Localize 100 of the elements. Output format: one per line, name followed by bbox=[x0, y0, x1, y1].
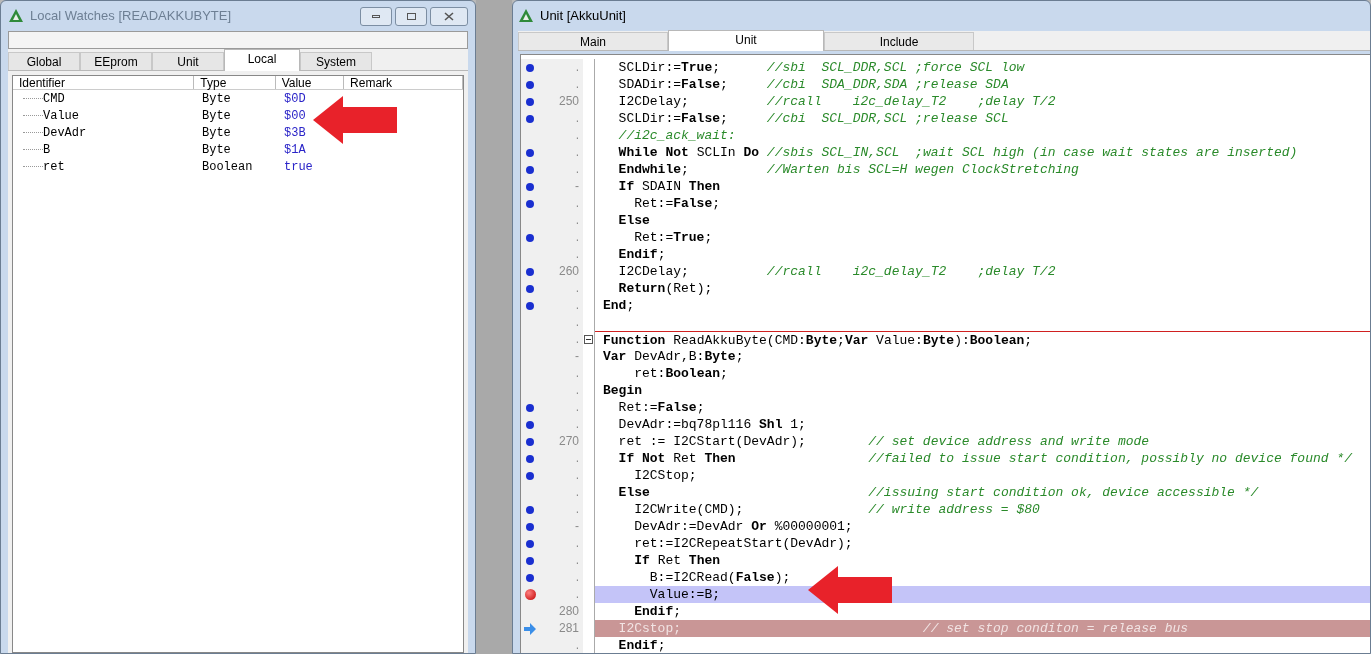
window-title: Unit [AkkuUnit] bbox=[540, 7, 626, 26]
line-number: 270 bbox=[557, 433, 579, 450]
code-comment: //cbi SCL_DDR,SCL ;release SCL bbox=[766, 110, 1009, 127]
identifier-cell-text: DevAdr bbox=[43, 124, 88, 142]
line-number: - bbox=[574, 518, 579, 535]
code-comment: //i2c_ack_wait: bbox=[617, 127, 736, 144]
tab[interactable]: System bbox=[300, 52, 372, 70]
code-line: Ret:=False; bbox=[633, 195, 721, 212]
code-line: ret := I2CStart(DevAdr); bbox=[617, 433, 807, 450]
column-header[interactable]: Remark bbox=[344, 76, 463, 89]
code-line: B:=I2CRead(False); bbox=[648, 569, 791, 586]
line-number: - bbox=[574, 348, 579, 365]
code-line: Var DevAdr,B:Byte; bbox=[603, 348, 744, 365]
code-comment: //cbi SDA_DDR,SDA ;release SDA bbox=[766, 76, 1009, 93]
code-line: If Ret Then bbox=[633, 552, 721, 569]
code-line: Endif; bbox=[617, 637, 666, 653]
code-line: Begin bbox=[603, 382, 642, 399]
code-line: I2CStop; bbox=[633, 467, 697, 484]
line-number: . bbox=[574, 399, 579, 416]
line-number: 260 bbox=[557, 263, 579, 280]
line-number: . bbox=[574, 450, 579, 467]
code-comment: //failed to issue start condition, possibly no device found */ bbox=[868, 450, 1352, 467]
window-title: Local Watches [READAKKUBYTE] bbox=[30, 7, 232, 26]
tab[interactable]: Main bbox=[518, 32, 668, 50]
line-number: . bbox=[574, 416, 579, 433]
code-comment: //sbi SCL_DDR,SCL ;force SCL low bbox=[766, 59, 1025, 76]
column-header[interactable]: Identifier bbox=[13, 76, 195, 89]
code-line: While Not SCLIn Do bbox=[617, 144, 761, 161]
line-number: . bbox=[574, 586, 579, 603]
fold-toggle-icon[interactable] bbox=[584, 335, 593, 344]
line-number: . bbox=[574, 484, 579, 501]
identifier-cell-text: B bbox=[43, 141, 52, 159]
code-line: If Not Ret Then bbox=[617, 450, 737, 467]
line-number: 280 bbox=[557, 603, 579, 620]
code-line: DevAdr:=bq78pl116 Shl 1; bbox=[617, 416, 806, 433]
value-cell-text: $3B bbox=[284, 124, 307, 142]
code-line: SCLDir:=False; bbox=[617, 110, 729, 127]
code-line: Endif; bbox=[633, 603, 682, 620]
app-logo-icon bbox=[518, 8, 534, 24]
code-line: SDADir:=False; bbox=[617, 76, 729, 93]
value-cell-text: $0D bbox=[284, 90, 307, 108]
line-number: . bbox=[574, 569, 579, 586]
line-number: . bbox=[574, 127, 579, 144]
identifier-cell-text: ret bbox=[43, 158, 66, 176]
type-cell-text: Boolean bbox=[202, 158, 254, 176]
tab[interactable]: Unit bbox=[152, 52, 224, 70]
code-line: Value:=B; bbox=[648, 586, 721, 603]
code-comment: //rcall i2c_delay_T2 ;delay T/2 bbox=[766, 263, 1056, 280]
close-button[interactable] bbox=[430, 6, 468, 26]
code-line: Else bbox=[617, 212, 650, 229]
code-line: I2CDelay; bbox=[617, 93, 690, 110]
arrow-icon bbox=[313, 96, 397, 144]
code-line: ret:=I2CRepeatStart(DevAdr); bbox=[633, 535, 853, 552]
tab[interactable]: Local bbox=[224, 49, 300, 71]
code-comment: // set device address and write mode bbox=[868, 433, 1150, 450]
line-number: . bbox=[574, 552, 579, 569]
maximize-button[interactable] bbox=[395, 6, 427, 26]
column-header[interactable]: Value bbox=[275, 76, 345, 89]
line-number: . bbox=[574, 195, 579, 212]
code-line: ret:Boolean; bbox=[633, 365, 728, 382]
identifier-cell-text: CMD bbox=[43, 90, 66, 108]
arrow-icon bbox=[808, 566, 892, 614]
type-cell-text: Byte bbox=[202, 90, 232, 108]
line-number: . bbox=[574, 76, 579, 93]
expression-field[interactable] bbox=[8, 31, 468, 49]
close-icon bbox=[444, 11, 454, 21]
line-number: . bbox=[574, 297, 579, 314]
breakpoint-icon[interactable] bbox=[524, 589, 536, 600]
code-line: I2CWrite(CMD); bbox=[633, 501, 745, 518]
type-cell-text: Byte bbox=[202, 141, 232, 159]
line-number: . bbox=[574, 161, 579, 178]
line-number: 250 bbox=[557, 93, 579, 110]
value-cell-text: $00 bbox=[284, 107, 307, 125]
tab[interactable]: Global bbox=[8, 52, 80, 70]
tab[interactable]: Unit bbox=[668, 30, 824, 51]
line-number: . bbox=[574, 535, 579, 552]
line-number: . bbox=[574, 467, 579, 484]
code-line: Endwhile; bbox=[617, 161, 690, 178]
code-line: SCLDir:=True; bbox=[617, 59, 722, 76]
code-line: Endif; bbox=[617, 246, 666, 263]
line-number: . bbox=[574, 331, 579, 348]
line-number: 281 bbox=[557, 620, 579, 637]
tab[interactable]: Include bbox=[824, 32, 974, 50]
code-line: If SDAIN Then bbox=[617, 178, 721, 195]
minimize-button[interactable] bbox=[360, 6, 392, 26]
code-comment: // set stop conditon = release bus bbox=[922, 620, 1189, 637]
code-line: DevAdr:=DevAdr Or %00000001; bbox=[633, 518, 853, 535]
code-comment: // write address = $80 bbox=[868, 501, 1040, 518]
tab[interactable]: EEprom bbox=[80, 52, 152, 70]
column-header[interactable]: Type bbox=[194, 76, 276, 89]
line-number: . bbox=[574, 501, 579, 518]
code-line: Ret:=False; bbox=[617, 399, 705, 416]
line-number: - bbox=[574, 178, 579, 195]
value-cell-text: true bbox=[284, 158, 314, 176]
value-cell-text: $1A bbox=[284, 141, 307, 159]
code-line: I2Cstop; bbox=[617, 620, 682, 637]
line-number: . bbox=[574, 382, 579, 399]
line-number: . bbox=[574, 229, 579, 246]
line-number: . bbox=[574, 110, 579, 127]
code-comment: //Warten bis SCL=H wegen ClockStretching bbox=[766, 161, 1079, 178]
